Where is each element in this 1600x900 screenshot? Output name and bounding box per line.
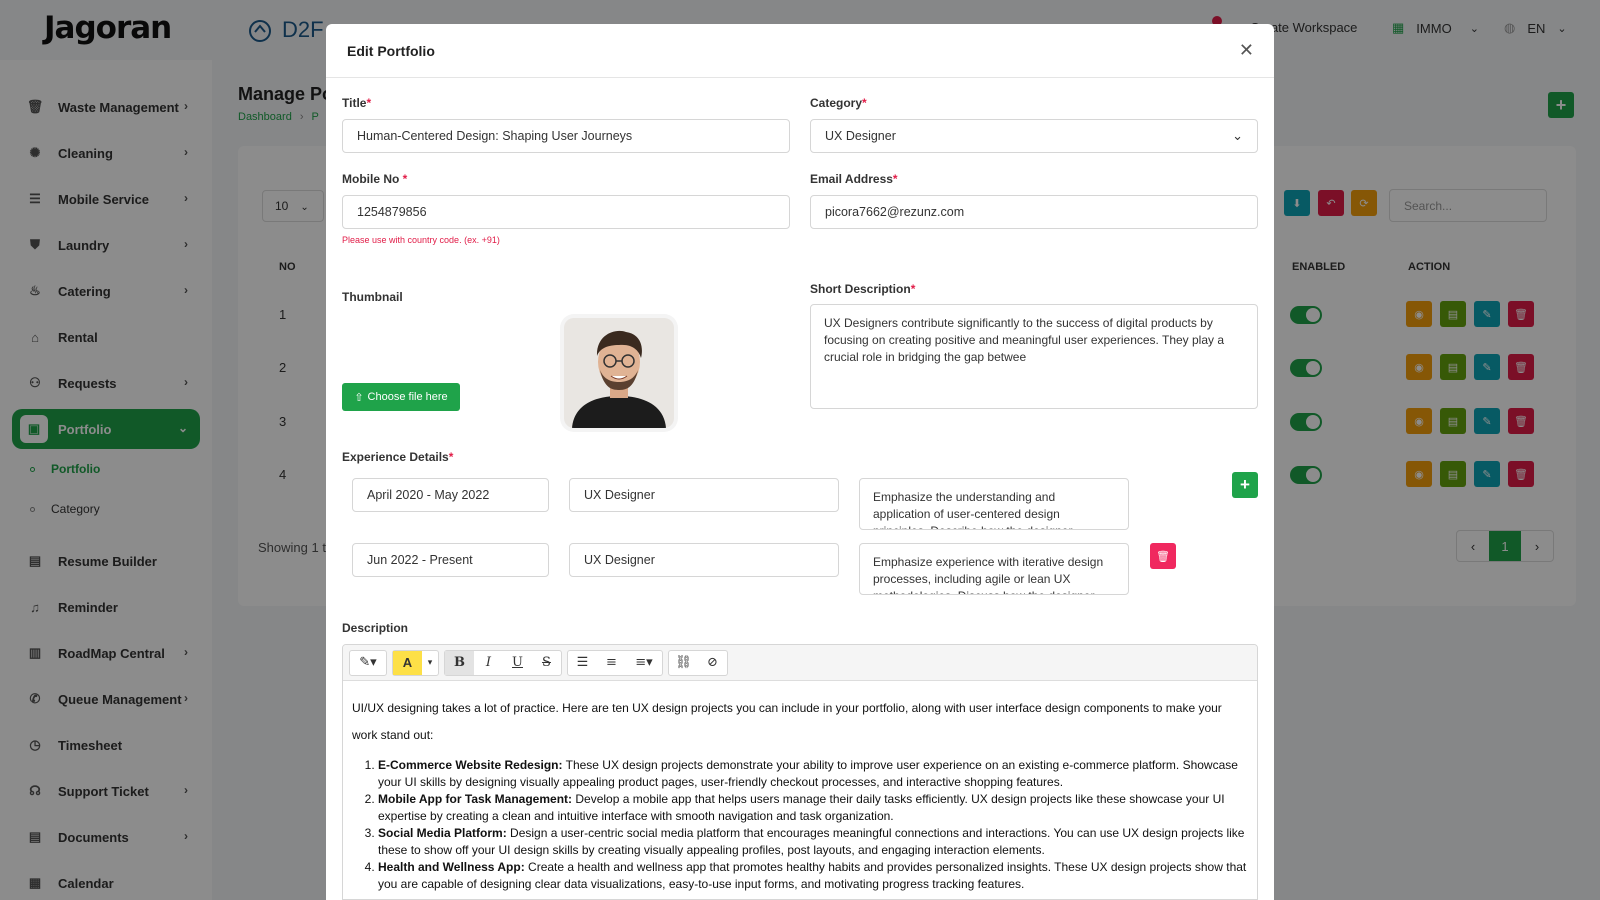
mobile-hint: Please use with country code. (ex. +91) — [342, 235, 500, 245]
editor-intro: UI/UX designing takes a lot of practice.… — [352, 701, 1222, 742]
text-color-dropdown[interactable]: ▾ — [422, 651, 438, 675]
modal-title: Edit Portfolio — [326, 24, 1274, 78]
editor-list-item: E-Commerce Website Redesign: These UX de… — [378, 757, 1248, 791]
trash-icon: 🗑 — [1156, 550, 1170, 563]
upload-icon: ⇧ — [354, 391, 364, 404]
category-label: Category* — [810, 96, 867, 110]
experience-period-input[interactable]: Jun 2022 - Present — [352, 543, 549, 577]
thumbnail-preview — [564, 318, 674, 428]
text-color-icon[interactable]: A — [393, 650, 422, 675]
mobile-label: Mobile No * — [342, 172, 408, 186]
unlink-icon[interactable]: ⊘ — [698, 651, 727, 675]
add-experience-button[interactable]: + — [1232, 472, 1258, 498]
editor-list-item: Social Media Platform: Design a user-cen… — [378, 825, 1248, 859]
experience-description-textarea[interactable]: Emphasize experience with iterative desi… — [859, 543, 1129, 595]
title-input[interactable]: Human-Centered Design: Shaping User Jour… — [342, 119, 790, 153]
editor-content[interactable]: UI/UX designing takes a lot of practice.… — [343, 681, 1257, 899]
experience-description-textarea[interactable]: Emphasize the understanding and applicat… — [859, 478, 1129, 530]
thumbnail-label: Thumbnail — [342, 290, 403, 304]
close-icon[interactable]: ✕ — [1239, 40, 1254, 61]
bullet-list-icon[interactable]: ☰ — [568, 651, 597, 675]
italic-button[interactable]: I — [474, 651, 503, 675]
experience-role-input[interactable]: UX Designer — [569, 478, 839, 512]
editor-list-item: Mobile App for Task Management: Develop … — [378, 791, 1248, 825]
bold-button[interactable]: B — [445, 650, 474, 675]
description-label: Description — [342, 621, 409, 635]
email-input[interactable]: picora7662@rezunz.com — [810, 195, 1258, 229]
choose-file-button[interactable]: ⇧ Choose file here — [342, 383, 460, 411]
experience-period-input[interactable]: April 2020 - May 2022 — [352, 478, 549, 512]
experience-label: Experience Details* — [342, 450, 454, 464]
editor-toolbar: ✎▾ A ▾ BIUS ☰ ≡ ≡▾ ⛓ ⊘ — [343, 645, 1257, 681]
delete-experience-button[interactable]: 🗑 — [1150, 543, 1176, 569]
underline-button[interactable]: U — [503, 651, 532, 675]
magic-style-icon[interactable]: ✎▾ — [350, 651, 386, 675]
editor-list: E-Commerce Website Redesign: These UX de… — [352, 757, 1248, 893]
mobile-input[interactable]: 1254879856 — [342, 195, 790, 229]
category-value: UX Designer — [825, 129, 896, 143]
email-label: Email Address* — [810, 172, 898, 186]
edit-portfolio-modal: Edit Portfolio ✕ Title* Human-Centered D… — [326, 24, 1274, 900]
rich-text-editor: ✎▾ A ▾ BIUS ☰ ≡ ≡▾ ⛓ ⊘ UI/UX designing takes… — [342, 644, 1258, 900]
experience-role-input[interactable]: UX Designer — [569, 543, 839, 577]
short-description-textarea[interactable]: UX Designers contribute significantly to… — [810, 304, 1258, 409]
editor-list-item: Health and Wellness App: Create a health… — [378, 859, 1248, 893]
chevron-down-icon: ⌄ — [1232, 128, 1243, 143]
align-icon[interactable]: ≡▾ — [626, 651, 662, 675]
strikethrough-button[interactable]: S — [532, 651, 561, 675]
link-icon[interactable]: ⛓ — [669, 651, 698, 675]
title-label: Title* — [342, 96, 372, 110]
short-description-label: Short Description* — [810, 282, 916, 296]
category-select[interactable]: UX Designer ⌄ — [810, 119, 1258, 153]
numbered-list-icon[interactable]: ≡ — [597, 651, 626, 675]
